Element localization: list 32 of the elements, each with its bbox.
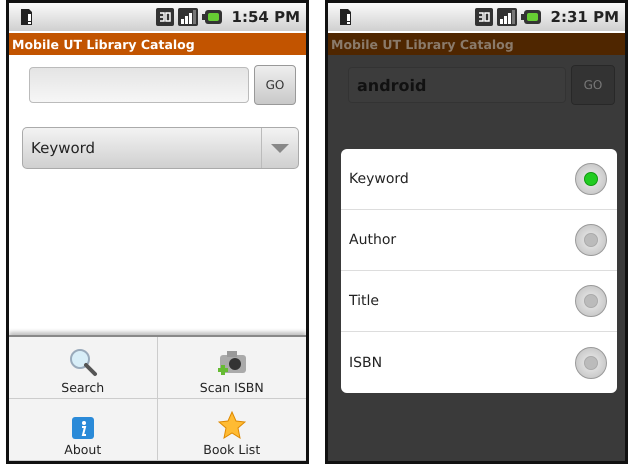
search-field[interactable]: [29, 67, 249, 103]
status-time: 1:54 PM: [232, 8, 300, 26]
app-title: Mobile UT Library Catalog: [12, 36, 195, 52]
radio-button[interactable]: [575, 163, 607, 195]
search-type-option[interactable]: Author: [341, 210, 617, 271]
radio-button[interactable]: [575, 346, 607, 378]
search-type-option[interactable]: ISBN: [341, 332, 617, 393]
network-3g-icon: [474, 8, 493, 26]
search-type-option[interactable]: Keyword: [341, 149, 617, 210]
menu-item[interactable]: Book List: [158, 399, 306, 461]
sd-card-icon: [338, 8, 352, 26]
info-icon: [72, 417, 94, 439]
signal-icon: [496, 8, 517, 26]
menu-item[interactable]: About: [9, 399, 158, 461]
status-time: 2:31 PM: [550, 8, 619, 26]
battery-icon: [202, 9, 222, 25]
radio-button[interactable]: [575, 285, 607, 317]
dropdown-arrow-icon: [271, 144, 289, 152]
menu-item[interactable]: Search: [9, 337, 158, 399]
app-title: Mobile UT Library Catalog: [331, 36, 514, 52]
search-type-dropdown[interactable]: Keyword: [22, 127, 299, 169]
search-icon: [68, 347, 98, 377]
network-3g-icon: [156, 8, 174, 26]
camera-icon: [216, 349, 247, 377]
radio-button[interactable]: [575, 224, 607, 256]
menu-item[interactable]: Scan ISBN: [158, 337, 306, 399]
sd-card-icon: [19, 8, 33, 26]
star-icon: [218, 411, 246, 439]
go-button[interactable]: GO: [254, 65, 296, 105]
battery-icon: [520, 9, 541, 25]
search-type-option[interactable]: Title: [341, 271, 617, 332]
signal-icon: [178, 8, 198, 26]
